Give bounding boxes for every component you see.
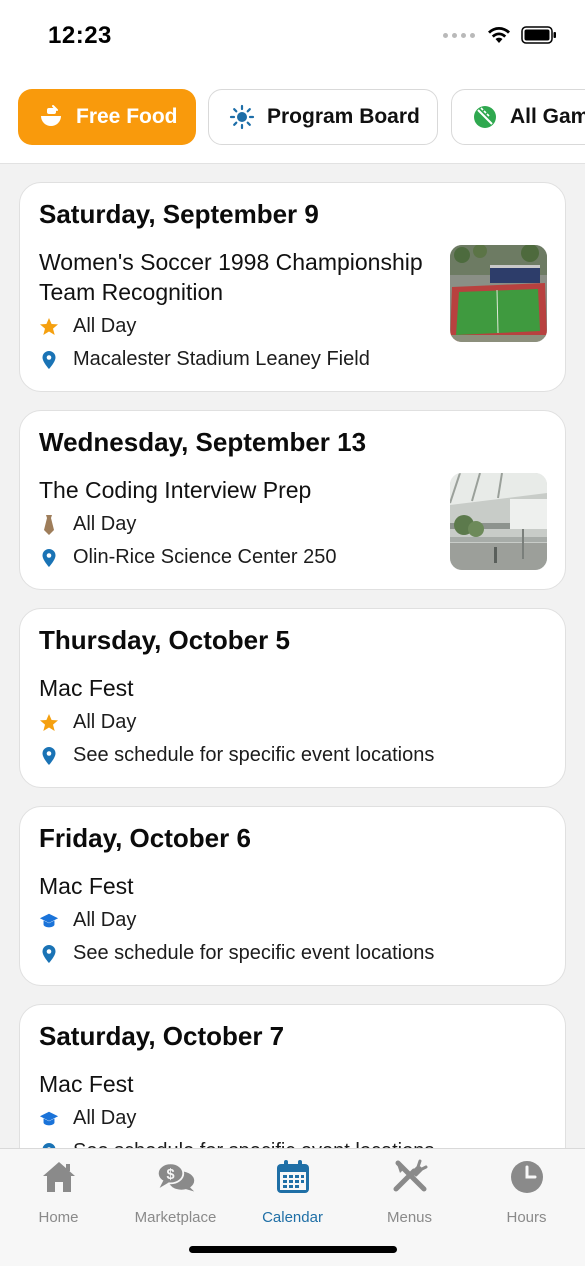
event-time-row: All Day <box>39 513 136 536</box>
event-date: Thursday, October 5 <box>39 625 290 655</box>
svg-text:$: $ <box>166 1167 174 1183</box>
tab-hours[interactable]: Hours <box>468 1157 585 1237</box>
event-title: The Coding Interview Prep <box>39 477 312 503</box>
event-title: Women's Soccer 1998 Championship Team Re… <box>39 249 423 305</box>
event-location-row: Olin-Rice Science Center 250 <box>39 546 336 569</box>
event-time-row: All Day <box>39 1107 136 1130</box>
event-time: All Day <box>73 1107 137 1129</box>
tie-icon <box>39 514 59 536</box>
money-chat-icon: $ <box>156 1157 196 1197</box>
food-bowl-icon <box>38 104 64 130</box>
graduation-cap-icon <box>39 910 59 932</box>
event-time: All Day <box>73 315 137 337</box>
event-date: Friday, October 6 <box>39 823 251 853</box>
event-title: Mac Fest <box>39 1071 134 1097</box>
status-bar: 12:23 <box>0 0 585 70</box>
event-location: See schedule for specific event location… <box>73 1140 434 1148</box>
tab-calendar[interactable]: Calendar <box>234 1157 351 1237</box>
event-time: All Day <box>73 909 137 931</box>
event-location-row: See schedule for specific event location… <box>39 942 434 965</box>
location-pin-icon <box>39 1141 59 1148</box>
tab-label: Hours <box>506 1209 547 1226</box>
event-card[interactable]: Wednesday, September 13 The Coding Inter… <box>19 410 566 590</box>
chip-all-games[interactable]: All Gam <box>451 89 585 145</box>
event-card[interactable]: Saturday, September 9 Women's Soccer 199… <box>19 182 566 392</box>
event-card[interactable]: Friday, October 6 Mac Fest All Day See s… <box>19 806 566 986</box>
calendar-icon <box>273 1157 313 1197</box>
event-time-row: All Day <box>39 315 136 338</box>
location-pin-icon <box>39 349 59 371</box>
utensils-icon <box>390 1157 430 1197</box>
event-time: All Day <box>73 513 137 535</box>
tab-label: Home <box>38 1209 79 1226</box>
signal-icon <box>443 32 475 38</box>
graduation-cap-icon <box>39 1108 59 1130</box>
event-location-row: See schedule for specific event location… <box>39 1140 434 1148</box>
clock-icon <box>507 1157 547 1197</box>
sun-icon <box>229 104 255 130</box>
event-list: Saturday, September 9 Women's Soccer 199… <box>0 164 585 1148</box>
location-pin-icon <box>39 547 59 569</box>
tab-home[interactable]: Home <box>0 1157 117 1237</box>
event-location: See schedule for specific event location… <box>73 744 435 766</box>
chip-program-board[interactable]: Program Board <box>208 89 438 145</box>
chip-label: Free Food <box>76 105 178 128</box>
star-icon <box>39 712 59 734</box>
status-icons <box>443 26 557 44</box>
event-location: See schedule for specific event location… <box>73 942 435 964</box>
filter-chips-bar: Free Food Program Board All Gam <box>0 70 585 164</box>
chip-free-food[interactable]: Free Food <box>18 89 196 145</box>
house-icon <box>39 1157 79 1197</box>
home-indicator[interactable] <box>189 1246 397 1253</box>
event-card[interactable]: Thursday, October 5 Mac Fest All Day See… <box>19 608 566 788</box>
location-pin-icon <box>39 745 59 767</box>
location-pin-icon <box>39 943 59 965</box>
tab-label: Menus <box>386 1209 433 1226</box>
atrium-photo <box>450 473 547 570</box>
event-time-row: All Day <box>39 909 136 932</box>
event-location: Macalester Stadium Leaney Field <box>73 348 370 370</box>
event-card[interactable]: Saturday, October 7 Mac Fest All Day See… <box>19 1004 566 1148</box>
wifi-icon <box>488 27 510 43</box>
event-date: Wednesday, September 13 <box>39 427 367 457</box>
battery-icon <box>521 26 556 44</box>
chip-label: All Gam <box>510 105 585 128</box>
chip-label: Program Board <box>267 105 420 128</box>
stadium-photo <box>450 245 547 342</box>
sports-balls-icon <box>472 104 498 130</box>
event-time: All Day <box>73 711 137 733</box>
status-time: 12:23 <box>48 22 112 49</box>
tab-label: Calendar <box>262 1209 323 1226</box>
event-date: Saturday, September 9 <box>39 199 319 229</box>
tab-menus[interactable]: Menus <box>351 1157 468 1237</box>
event-date: Saturday, October 7 <box>39 1021 285 1051</box>
event-title: Mac Fest <box>39 873 134 899</box>
event-location-row: Macalester Stadium Leaney Field <box>39 348 370 371</box>
tab-label: Marketplace <box>134 1209 217 1226</box>
tab-marketplace[interactable]: $ Marketplace <box>117 1157 234 1237</box>
event-location-row: See schedule for specific event location… <box>39 744 434 767</box>
event-location: Olin-Rice Science Center 250 <box>73 546 337 568</box>
star-icon <box>39 316 59 338</box>
event-title: Mac Fest <box>39 675 134 701</box>
event-time-row: All Day <box>39 711 136 734</box>
